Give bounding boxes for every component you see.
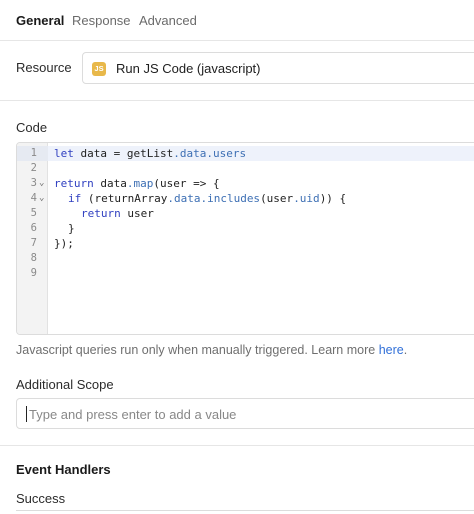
tab-bar: General Response Advanced — [0, 0, 474, 41]
keyword-token: return — [54, 177, 94, 190]
property-token: .uid — [293, 192, 320, 205]
line-number: 1 — [30, 147, 37, 159]
section-divider — [0, 445, 474, 446]
code-token: user — [120, 207, 154, 220]
code-line-text: let data = getList.data.users — [54, 146, 246, 161]
property-token: .data.includes — [167, 192, 261, 205]
code-line-text: }); — [54, 237, 74, 250]
learn-more-link[interactable]: here — [379, 343, 404, 357]
fold-chevron-icon[interactable]: ⌄ — [39, 176, 44, 191]
tab-response[interactable]: Response — [72, 13, 131, 28]
text-cursor — [26, 406, 27, 422]
additional-scope-label: Additional Scope — [16, 377, 114, 392]
line-number: 3 — [30, 177, 37, 189]
keyword-token: let — [54, 147, 74, 160]
code-line: 8 — [17, 251, 474, 266]
code-line-text: return data.map(user => { — [54, 176, 220, 191]
line-number: 2 — [30, 162, 37, 174]
code-line: 9 — [17, 266, 474, 281]
keyword-token: if — [68, 192, 82, 205]
resource-label: Resource — [16, 60, 72, 75]
line-number: 6 — [30, 222, 37, 234]
code-line: 5 return user — [17, 206, 474, 221]
tab-general[interactable]: General — [16, 13, 64, 28]
additional-scope-input[interactable]: Type and press enter to add a value — [16, 398, 474, 429]
line-number: 5 — [30, 207, 37, 219]
event-handlers-heading: Event Handlers — [16, 462, 111, 477]
line-number: 8 — [30, 252, 37, 264]
success-handler-box[interactable] — [16, 510, 474, 514]
code-line-text: if (returnArray.data.includes(user.uid))… — [68, 191, 346, 206]
line-number: 7 — [30, 237, 37, 249]
code-token: (user => { — [153, 177, 220, 190]
tab-advanced[interactable]: Advanced — [139, 13, 197, 28]
code-editor[interactable]: 1 let data = getList.data.users 2 3 ⌄ re… — [16, 142, 474, 335]
code-token: data = getList — [73, 147, 174, 160]
code-line: 7 }); — [17, 236, 474, 251]
code-line-text: } — [68, 222, 75, 235]
query-editor-panel: General Response Advanced Resource JS Ru… — [0, 0, 474, 514]
property-token: .map — [126, 177, 154, 190]
javascript-icon: JS — [92, 62, 106, 76]
resource-value: Run JS Code (javascript) — [116, 61, 261, 76]
section-divider — [0, 100, 474, 101]
code-line: 3 ⌄ return data.map(user => { — [17, 176, 474, 191]
code-line: 2 — [17, 161, 474, 176]
fold-chevron-icon[interactable]: ⌄ — [39, 191, 44, 206]
success-label: Success — [16, 491, 66, 506]
resource-select[interactable]: JS Run JS Code (javascript) — [82, 52, 474, 84]
code-token: (returnArray — [81, 192, 168, 205]
code-line-text: return user — [81, 206, 154, 221]
hint-text: Javascript queries run only when manuall… — [16, 343, 379, 357]
line-number: 4 — [30, 192, 37, 204]
code-line: 1 let data = getList.data.users — [17, 146, 474, 161]
line-number: 9 — [30, 267, 37, 279]
keyword-token: return — [81, 207, 121, 220]
scope-placeholder: Type and press enter to add a value — [29, 407, 237, 422]
code-token: data — [93, 177, 127, 190]
code-line: 4 ⌄ if (returnArray.data.includes(user.u… — [17, 191, 474, 206]
property-token: .data.users — [173, 147, 247, 160]
code-line: 6 } — [17, 221, 474, 236]
hint-period: . — [403, 343, 408, 357]
code-token: (user — [260, 192, 294, 205]
code-token: )) { — [319, 192, 347, 205]
code-hint: Javascript queries run only when manuall… — [16, 343, 407, 357]
code-label: Code — [16, 120, 48, 135]
